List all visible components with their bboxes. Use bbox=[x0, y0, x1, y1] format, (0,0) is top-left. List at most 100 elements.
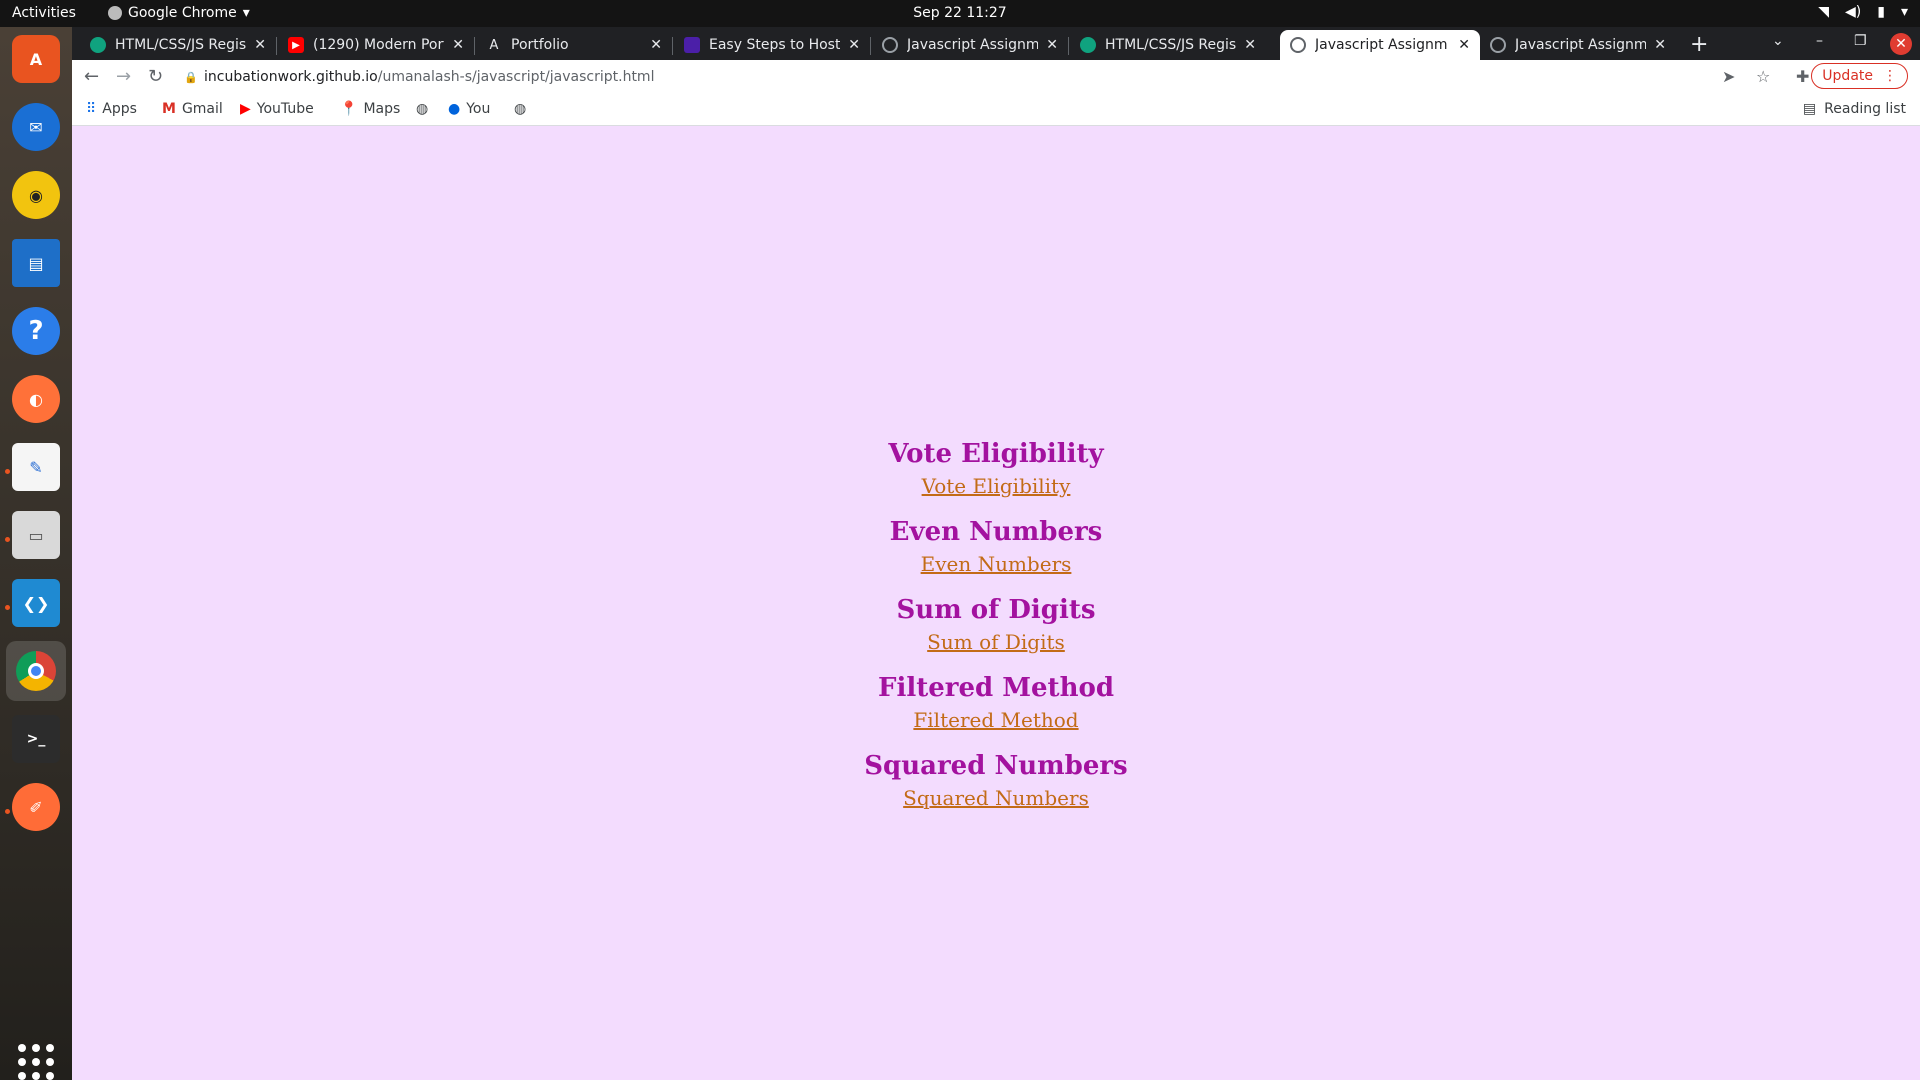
close-tab-icon[interactable]: ✕ bbox=[254, 37, 266, 53]
back-icon[interactable]: ← bbox=[84, 66, 99, 87]
section-vote-eligibility: Vote Eligibility Vote Eligibility bbox=[72, 438, 1920, 499]
postman-icon[interactable]: ✐ bbox=[12, 783, 60, 831]
tab[interactable]: A Portfolio ✕ bbox=[476, 30, 672, 60]
close-tab-icon[interactable]: ✕ bbox=[1046, 37, 1058, 53]
bookmark-globe[interactable]: ◍ bbox=[416, 101, 428, 117]
files-icon[interactable]: ▭ bbox=[12, 511, 60, 559]
section-even-numbers: Even Numbers Even Numbers bbox=[72, 516, 1920, 577]
bookmark-label: You bbox=[466, 101, 491, 117]
tab-title: Portfolio bbox=[511, 37, 569, 53]
section-squared-numbers: Squared Numbers Squared Numbers bbox=[72, 750, 1920, 811]
firefox-icon[interactable]: ◐ bbox=[12, 375, 60, 423]
toolbar: ← → ↻ 🔒 incubationwork.github.io /umanal… bbox=[72, 60, 1920, 93]
reading-list-button[interactable]: ▤ Reading list bbox=[1803, 101, 1906, 117]
clock[interactable]: Sep 22 11:27 bbox=[0, 5, 1920, 21]
thunderbird-icon[interactable]: ✉ bbox=[12, 103, 60, 151]
reading-list-icon: ▤ bbox=[1802, 101, 1817, 117]
tab-strip: HTML/CSS/JS Regis ✕ ▶ (1290) Modern Port… bbox=[72, 27, 1920, 60]
rhythmbox-icon[interactable]: ◉ bbox=[12, 171, 60, 219]
running-indicator bbox=[5, 605, 10, 610]
section-link[interactable]: Squared Numbers bbox=[903, 785, 1089, 811]
maps-icon: 📍 bbox=[340, 101, 358, 117]
tab-active[interactable]: Javascript Assignm ✕ bbox=[1280, 30, 1480, 60]
minimize-icon[interactable]: – bbox=[1816, 33, 1823, 49]
help-icon[interactable]: ? bbox=[12, 307, 60, 355]
close-tab-icon[interactable]: ✕ bbox=[1654, 37, 1666, 53]
youtube-icon: ▶ bbox=[240, 101, 251, 117]
close-window-icon[interactable]: ✕ bbox=[1890, 33, 1912, 55]
close-tab-icon[interactable]: ✕ bbox=[1244, 37, 1256, 53]
tab[interactable]: Easy Steps to Host a ✕ bbox=[674, 30, 870, 60]
chrome-icon[interactable] bbox=[6, 641, 66, 701]
youtube-favicon-icon: ▶ bbox=[288, 37, 304, 53]
url-path: /umanalash-s/javascript/javascript.html bbox=[377, 69, 655, 85]
section-link[interactable]: Vote Eligibility bbox=[922, 473, 1071, 499]
globe-icon: ◍ bbox=[514, 101, 527, 117]
bookmark-apps[interactable]: ⠿ Apps bbox=[86, 101, 137, 117]
section-heading: Even Numbers bbox=[889, 517, 1103, 547]
new-tab-button[interactable]: + bbox=[1690, 32, 1708, 57]
text-editor-icon[interactable]: ✎ bbox=[12, 443, 60, 491]
bookmark-youtube[interactable]: ▶ YouTube bbox=[240, 101, 314, 117]
reading-list-label: Reading list bbox=[1824, 101, 1906, 117]
section-link[interactable]: Sum of Digits bbox=[927, 629, 1065, 655]
tab-search-icon[interactable]: ⌄ bbox=[1772, 33, 1784, 49]
tab-title: Javascript Assignm bbox=[907, 37, 1039, 53]
system-tray[interactable]: ◥ ◀) ▮ ▾ bbox=[1818, 4, 1908, 20]
tab-title: Javascript Assignm bbox=[1315, 37, 1448, 53]
chatgpt-favicon-icon bbox=[90, 37, 106, 53]
gmail-icon: M bbox=[162, 101, 176, 117]
show-applications-icon[interactable] bbox=[18, 1044, 54, 1080]
close-tab-icon[interactable]: ✕ bbox=[650, 37, 662, 53]
tab-separator bbox=[1068, 37, 1069, 55]
tab[interactable]: HTML/CSS/JS Regis ✕ bbox=[1070, 30, 1266, 60]
libreoffice-writer-icon[interactable]: ▤ bbox=[12, 239, 60, 287]
close-tab-icon[interactable]: ✕ bbox=[452, 37, 464, 53]
bookmark-maps[interactable]: 📍 Maps bbox=[340, 101, 400, 117]
extensions-icon[interactable]: ✚ bbox=[1796, 67, 1809, 86]
tab[interactable]: Javascript Assignm ✕ bbox=[872, 30, 1068, 60]
bookmark-globe[interactable]: ◍ bbox=[514, 101, 526, 117]
globe-favicon-icon bbox=[1290, 37, 1306, 53]
tab-title: (1290) Modern Portf bbox=[313, 37, 445, 53]
bookmark-star-icon[interactable]: ☆ bbox=[1756, 67, 1770, 86]
tab[interactable]: ▶ (1290) Modern Portf ✕ bbox=[278, 30, 474, 60]
apps-grid-icon: ⠿ bbox=[86, 101, 97, 117]
tab-separator bbox=[276, 37, 277, 55]
system-top-bar: Activities Google Chrome ▾ Sep 22 11:27 … bbox=[0, 0, 1920, 27]
section-sum-of-digits: Sum of Digits Sum of Digits bbox=[72, 594, 1920, 655]
section-heading: Filtered Method bbox=[878, 673, 1114, 703]
globe-favicon-icon bbox=[882, 37, 898, 53]
wifi-icon: ◥ bbox=[1818, 4, 1830, 20]
bookmark-gmail[interactable]: M Gmail bbox=[162, 101, 223, 117]
tab[interactable]: HTML/CSS/JS Regis ✕ bbox=[80, 30, 276, 60]
ubuntu-software-icon[interactable]: A bbox=[12, 35, 60, 83]
close-tab-icon[interactable]: ✕ bbox=[848, 37, 860, 53]
tab-title: Easy Steps to Host a bbox=[709, 37, 841, 53]
tab-separator bbox=[474, 37, 475, 55]
dock: A ✉ ◉ ▤ ? ◐ ✎ ▭ ❮❯ >_ ✐ bbox=[0, 27, 72, 1080]
update-label: Update bbox=[1822, 68, 1873, 84]
bookmark-you[interactable]: ● You bbox=[448, 101, 490, 117]
section-heading: Sum of Digits bbox=[896, 595, 1096, 625]
running-indicator bbox=[5, 537, 10, 542]
section-link[interactable]: Even Numbers bbox=[921, 551, 1072, 577]
tab-separator bbox=[672, 37, 673, 55]
running-indicator bbox=[5, 809, 10, 814]
restore-icon[interactable]: ❐ bbox=[1854, 33, 1867, 49]
reload-icon[interactable]: ↻ bbox=[148, 66, 163, 87]
bookmark-label: Gmail bbox=[181, 101, 223, 117]
vscode-icon[interactable]: ❮❯ bbox=[12, 579, 60, 627]
blog-favicon-icon bbox=[684, 37, 700, 53]
section-heading: Vote Eligibility bbox=[888, 439, 1104, 469]
update-button[interactable]: Update ⋮ bbox=[1811, 63, 1908, 89]
close-tab-icon[interactable]: ✕ bbox=[1458, 37, 1470, 53]
forward-icon[interactable]: → bbox=[116, 66, 131, 87]
send-tab-icon[interactable]: ➤ bbox=[1722, 67, 1735, 86]
terminal-icon[interactable]: >_ bbox=[12, 715, 60, 763]
tab[interactable]: Javascript Assignm ✕ bbox=[1480, 30, 1676, 60]
tab-title: Javascript Assignm bbox=[1515, 37, 1647, 53]
address-bar[interactable]: 🔒 incubationwork.github.io /umanalash-s/… bbox=[184, 63, 1704, 91]
section-link[interactable]: Filtered Method bbox=[913, 707, 1078, 733]
globe-favicon-icon bbox=[1490, 37, 1506, 53]
